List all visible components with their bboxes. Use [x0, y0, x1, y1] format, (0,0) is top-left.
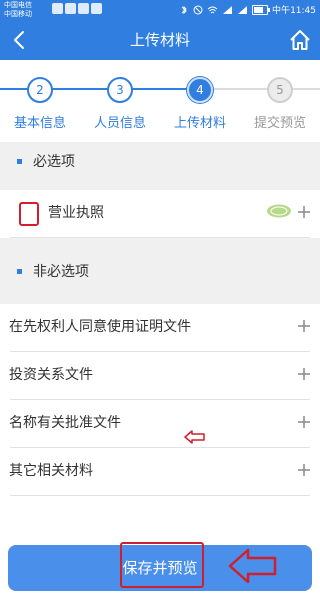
annotation-box	[19, 202, 39, 226]
material-row-name-approval[interactable]: 名称有关批准文件	[0, 400, 320, 448]
plus-icon[interactable]	[296, 204, 312, 220]
notification-icon	[52, 3, 63, 14]
carrier-2: 中国移动	[4, 10, 32, 18]
plus-icon[interactable]	[296, 318, 312, 334]
step-submit-preview[interactable]: 5 提交预览	[240, 77, 320, 131]
plus-icon[interactable]	[296, 366, 312, 382]
signal-icon	[223, 5, 233, 14]
signal-icon	[238, 5, 248, 14]
notification-icon	[91, 3, 102, 14]
material-label: 其它相关材料	[9, 463, 93, 479]
section-marker	[17, 159, 22, 164]
step-label: 基本信息	[13, 116, 66, 131]
wifi-icon	[207, 6, 218, 13]
section-marker	[17, 269, 22, 274]
material-row-investment-relation[interactable]: 投资关系文件	[0, 352, 320, 400]
step-number: 4	[187, 77, 213, 103]
step-progress: 2 基本信息 3 人员信息 4 上传材料 5 提交预览	[0, 60, 320, 142]
status-bar: 中国电信 中国移动 中午11:45	[0, 0, 320, 20]
required-section-header: 必选项	[0, 142, 320, 182]
step-label: 提交预览	[253, 116, 306, 131]
plus-icon[interactable]	[296, 462, 312, 478]
notification-icon	[65, 3, 76, 14]
annotation-arrow-icon	[228, 548, 277, 584]
step-number: 5	[267, 77, 293, 103]
optional-section-header: 非必选项	[0, 252, 320, 292]
material-row-business-license[interactable]: 营业执照	[0, 190, 320, 238]
step-basic-info[interactable]: 2 基本信息	[0, 77, 80, 131]
carrier-1: 中国电信	[4, 1, 32, 9]
plus-icon[interactable]	[296, 414, 312, 430]
section-title: 必选项	[33, 154, 75, 170]
step-personnel-info[interactable]: 3 人员信息	[80, 77, 160, 131]
step-label: 上传材料	[173, 116, 226, 131]
status-right: 中午11:45	[179, 3, 316, 16]
battery-icon	[252, 4, 271, 15]
carrier-info: 中国电信 中国移动	[4, 1, 32, 19]
home-icon[interactable]	[288, 28, 312, 52]
material-row-prior-rights-consent[interactable]: 在先权利人同意使用证明文件	[0, 304, 320, 352]
bluetooth-icon	[181, 5, 187, 14]
time-prefix: 中午	[272, 6, 291, 16]
nav-bar: 上传材料	[0, 20, 320, 60]
annotation-box	[120, 542, 204, 588]
clock: 11:45	[290, 6, 316, 16]
material-label: 投资关系文件	[9, 367, 93, 383]
material-label: 在先权利人同意使用证明文件	[9, 319, 191, 335]
step-number: 2	[27, 77, 53, 103]
material-label: 营业执照	[48, 205, 104, 221]
notification-icon	[78, 3, 89, 14]
page-title: 上传材料	[129, 31, 190, 49]
notification-icons	[52, 3, 102, 14]
row-divider	[10, 237, 310, 238]
section-title: 非必选项	[33, 264, 89, 280]
stamp-icon	[267, 204, 291, 218]
material-label: 名称有关批准文件	[9, 415, 121, 431]
step-upload-materials[interactable]: 4 上传材料	[160, 77, 240, 131]
annotation-arrow-icon	[184, 430, 205, 444]
mute-icon	[193, 5, 203, 14]
step-label: 人员信息	[93, 116, 146, 131]
step-number: 3	[107, 77, 133, 103]
material-row-other[interactable]: 其它相关材料	[0, 448, 320, 496]
